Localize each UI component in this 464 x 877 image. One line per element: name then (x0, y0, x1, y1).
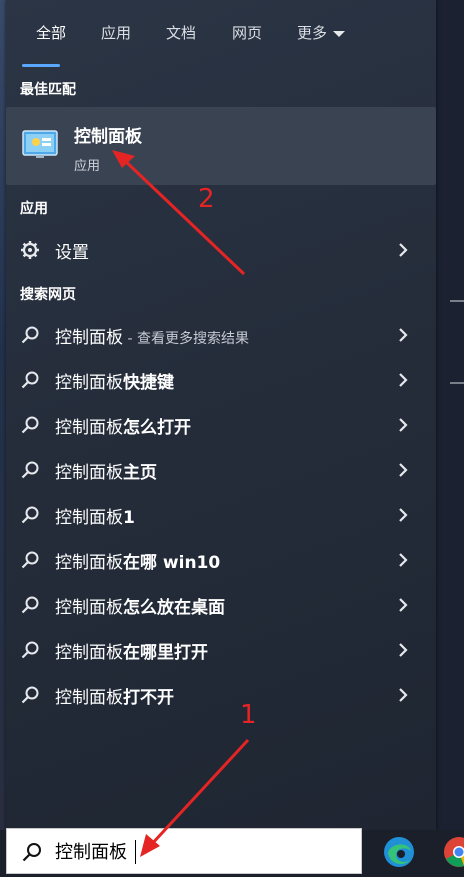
chevron-right-icon (399, 373, 408, 387)
tab-documents[interactable]: 文档 (166, 22, 196, 43)
chrome-browser-icon[interactable] (440, 833, 464, 871)
best-match-type: 应用 (74, 159, 101, 174)
web-result-subtext: - 查看更多搜索结果 (123, 331, 249, 347)
section-web-search: 搜索网页 (20, 287, 76, 303)
text-cursor (135, 840, 136, 864)
tab-web[interactable]: 网页 (232, 22, 262, 43)
search-icon (21, 551, 39, 569)
control-panel-icon (22, 130, 58, 158)
search-icon (21, 416, 39, 434)
chevron-right-icon (399, 553, 408, 567)
best-match-item[interactable]: 控制面板 应用 (6, 107, 436, 185)
tab-apps[interactable]: 应用 (101, 22, 131, 43)
web-result-suggestion: 怎么放在桌面 (123, 598, 225, 618)
annotation-number-2: 2 (198, 184, 215, 214)
search-icon (21, 506, 39, 524)
chevron-right-icon (399, 463, 408, 477)
tab-more-label: 更多 (297, 24, 328, 42)
web-result-label: 控制面板在哪里打开 (55, 638, 208, 663)
web-result-label: 控制面板 - 查看更多搜索结果 (55, 323, 249, 348)
search-icon (21, 461, 39, 479)
web-result-query: 控制面板 (55, 418, 123, 438)
web-result-label: 控制面板怎么打开 (55, 413, 191, 438)
best-match-name: 控制面板 (74, 127, 142, 147)
web-result-query: 控制面板 (55, 688, 123, 708)
chevron-right-icon (399, 643, 408, 657)
web-result-suggestion: 怎么打开 (123, 418, 191, 438)
web-result-query: 控制面板 (55, 463, 123, 483)
section-apps: 应用 (20, 201, 48, 217)
chevron-right-icon (399, 418, 408, 432)
web-result-suggestion: 主页 (123, 463, 157, 483)
web-result-suggestion: 在哪里打开 (123, 643, 208, 663)
web-result-label: 控制面板在哪 win10 (55, 548, 220, 573)
search-tabs: 全部 应用 文档 网页 更多 (6, 0, 436, 67)
desktop-window-edge (436, 0, 464, 830)
app-settings[interactable]: 设置 (6, 228, 436, 272)
web-result-suggestion: 打不开 (123, 688, 174, 708)
web-result-item[interactable]: 控制面板在哪里打开 (6, 628, 436, 672)
section-best-match: 最佳匹配 (20, 82, 76, 98)
web-result-label: 控制面板1 (55, 503, 135, 528)
window-line (450, 382, 464, 384)
search-input[interactable] (55, 837, 345, 865)
web-result-label: 控制面板打不开 (55, 683, 174, 708)
search-icon (21, 686, 39, 704)
chevron-down-icon (333, 30, 346, 37)
web-result-suggestion: 在哪 win10 (123, 553, 221, 573)
web-result-item[interactable]: 控制面板怎么打开 (6, 403, 436, 447)
gear-icon (21, 241, 39, 259)
chevron-right-icon (399, 243, 408, 257)
edge-browser-icon[interactable] (380, 833, 418, 871)
search-icon (21, 596, 39, 614)
web-result-query: 控制面板 (55, 508, 123, 528)
taskbar-search-box[interactable] (6, 828, 362, 874)
web-result-label: 控制面板怎么放在桌面 (55, 593, 225, 618)
search-icon (22, 843, 41, 862)
web-result-suggestion: 快捷键 (123, 373, 174, 393)
web-result-item[interactable]: 控制面板在哪 win10 (6, 538, 436, 582)
tab-more[interactable]: 更多 (297, 22, 346, 43)
app-settings-label: 设置 (55, 243, 89, 263)
web-result-query: 控制面板 (55, 328, 123, 348)
chevron-right-icon (399, 508, 408, 522)
chevron-right-icon (399, 688, 408, 702)
web-result-item[interactable]: 控制面板主页 (6, 448, 436, 492)
chevron-right-icon (399, 598, 408, 612)
web-result-item[interactable]: 控制面板打不开 (6, 673, 436, 717)
web-result-label: 控制面板快捷键 (55, 368, 174, 393)
tab-all[interactable]: 全部 (36, 22, 66, 43)
web-result-query: 控制面板 (55, 553, 123, 573)
web-result-query: 控制面板 (55, 598, 123, 618)
annotation-number-1: 1 (240, 700, 257, 730)
search-panel: 全部 应用 文档 网页 更多 最佳匹配 控制面板 应用 应用 设置 搜索网页 控… (6, 0, 436, 830)
active-tab-indicator (22, 64, 60, 67)
web-result-suggestion: 1 (123, 508, 135, 528)
web-result-query: 控制面板 (55, 373, 123, 393)
web-result-label: 控制面板主页 (55, 458, 157, 483)
web-result-query: 控制面板 (55, 643, 123, 663)
web-result-item[interactable]: 控制面板 - 查看更多搜索结果 (6, 313, 436, 357)
search-icon (21, 641, 39, 659)
chevron-right-icon (399, 328, 408, 342)
search-icon (21, 326, 39, 344)
search-icon (21, 371, 39, 389)
web-result-item[interactable]: 控制面板1 (6, 493, 436, 537)
web-result-item[interactable]: 控制面板怎么放在桌面 (6, 583, 436, 627)
web-result-item[interactable]: 控制面板快捷键 (6, 358, 436, 402)
window-line (450, 300, 464, 302)
